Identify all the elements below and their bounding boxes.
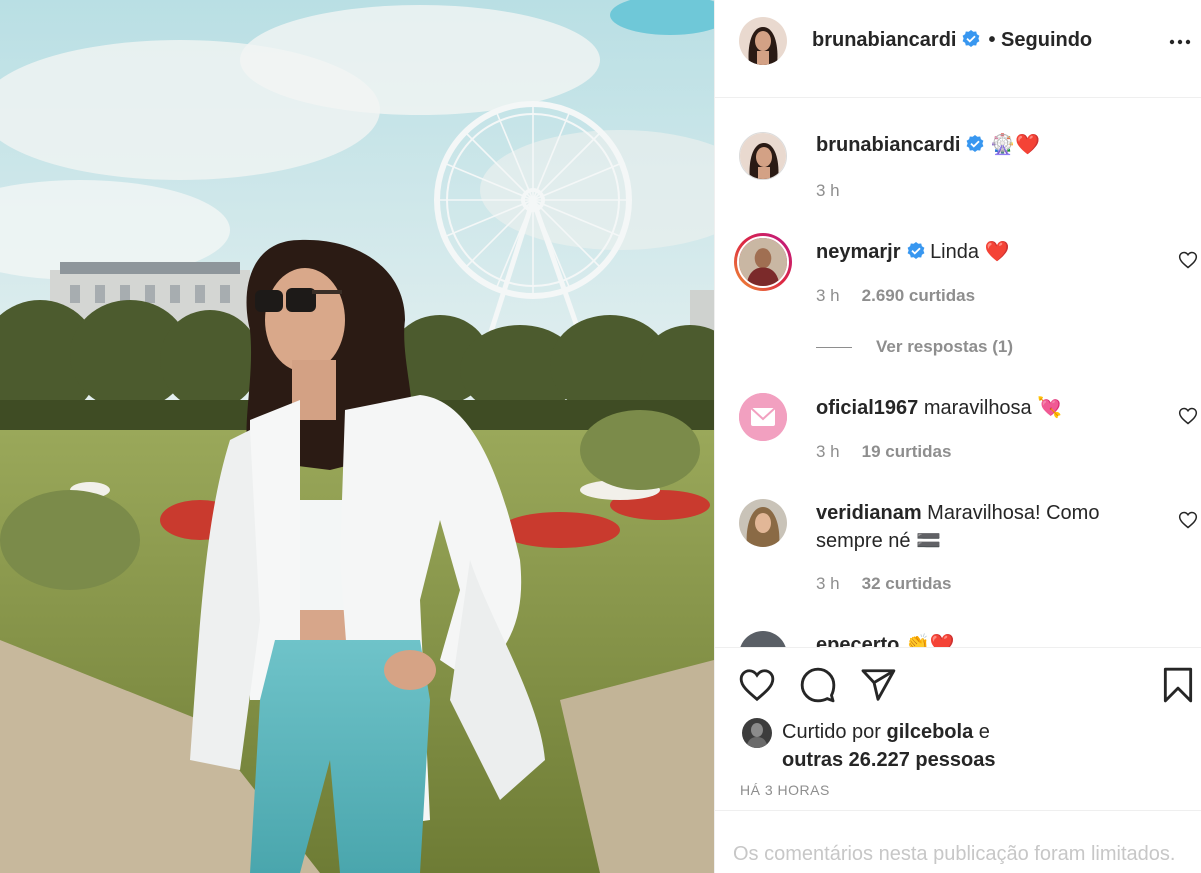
author-avatar[interactable] [739, 17, 787, 65]
comment-likes[interactable]: 32 curtidas [862, 574, 952, 593]
replies-divider [816, 347, 852, 349]
comment-body: maravilhosa 💘 [923, 397, 1063, 419]
comment-text: neymarjr Linda ❤️ [816, 238, 1162, 266]
bookmark-icon[interactable] [1159, 666, 1197, 704]
comment-username[interactable]: oficial1967 [816, 397, 918, 419]
post-side-panel: brunabiancardi • Seguindo brunabiancardi … [714, 0, 1201, 873]
liked-by-summary: Curtido por gilcebola e outras 26.227 pe… [782, 718, 995, 774]
comment-avatar-story[interactable] [734, 233, 792, 291]
post-footer: Curtido por gilcebola e outras 26.227 pe… [715, 647, 1201, 873]
heart-icon[interactable] [738, 666, 776, 704]
comment-body: Linda ❤️ [930, 241, 1010, 263]
post-photo[interactable] [0, 0, 714, 873]
liked-by-others[interactable]: outras 26.227 pessoas [782, 749, 995, 771]
paper-plane-icon[interactable] [859, 666, 897, 704]
liked-by-joiner: e [978, 721, 990, 743]
comment-heart-icon[interactable] [1178, 510, 1198, 530]
verified-badge-icon [963, 30, 980, 47]
comment-likes[interactable]: 19 curtidas [862, 442, 952, 461]
liked-by-prefix: Curtido por [782, 721, 881, 743]
comment-username[interactable]: neymarjr [816, 241, 901, 263]
caption-meta: 3 h [816, 181, 840, 201]
comment-body: 👏❤️ [904, 634, 955, 647]
verified-badge-icon [907, 242, 924, 259]
comment-meta: 3 h 32 curtidas [816, 574, 951, 594]
comment-likes[interactable]: 2.690 curtidas [862, 286, 975, 305]
comment-meta: 3 h 2.690 curtidas [816, 286, 975, 306]
comments-limited-notice: Os comentários nesta publicação foram li… [715, 810, 1201, 873]
caption-body: 🎡❤️ [990, 134, 1040, 156]
post-image [0, 0, 714, 873]
liked-by-user[interactable]: gilcebola [887, 721, 974, 743]
caption-time[interactable]: 3 h [816, 181, 840, 200]
comment-heart-icon[interactable] [1178, 250, 1198, 270]
comments-list[interactable]: brunabiancardi 🎡❤️ 3 h neymarjr Linda ❤️ [715, 99, 1201, 647]
comment-avatar[interactable] [739, 631, 787, 647]
comment-heart-icon[interactable] [1178, 406, 1198, 426]
comment-time[interactable]: 3 h [816, 286, 840, 305]
comment-time[interactable]: 3 h [816, 574, 840, 593]
post-header: brunabiancardi • Seguindo [715, 0, 1201, 98]
verified-badge-icon [967, 135, 984, 152]
view-replies-button[interactable]: Ver respostas (1) [816, 337, 1013, 357]
comment-username[interactable]: epecerto [816, 634, 899, 647]
follow-status[interactable]: • Seguindo [988, 29, 1092, 51]
post-timestamp[interactable]: HÁ 3 HORAS [740, 782, 830, 798]
more-options-icon[interactable] [1168, 30, 1192, 54]
author-username-row: brunabiancardi • Seguindo [812, 29, 1092, 52]
liked-by-avatar[interactable] [742, 718, 772, 748]
comment-bubble-icon[interactable] [799, 666, 837, 704]
caption-username[interactable]: brunabiancardi [816, 134, 960, 156]
comment-avatar[interactable] [739, 393, 787, 441]
comment-text: oficial1967 maravilhosa 💘 [816, 394, 1162, 422]
caption-avatar[interactable] [739, 132, 787, 180]
comment-text: veridianam Maravilhosa! Como sempre né 🟰 [816, 499, 1162, 555]
author-username[interactable]: brunabiancardi [812, 29, 956, 51]
comments-limited-text: Os comentários nesta publicação foram li… [733, 843, 1176, 865]
comment-meta: 3 h 19 curtidas [816, 442, 951, 462]
comment-username[interactable]: veridianam [816, 502, 922, 524]
comment-text: epecerto 👏❤️ [816, 631, 1162, 647]
caption-text: brunabiancardi 🎡❤️ [816, 131, 1162, 159]
comment-time[interactable]: 3 h [816, 442, 840, 461]
comment-avatar[interactable] [739, 499, 787, 547]
view-replies-label: Ver respostas (1) [876, 337, 1014, 356]
